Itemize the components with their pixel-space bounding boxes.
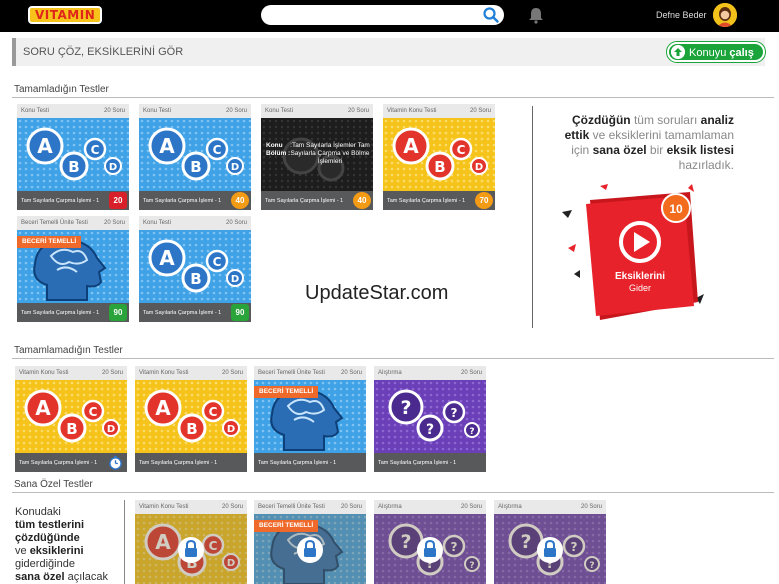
- section-divider: [12, 97, 774, 98]
- bell-icon[interactable]: [528, 6, 544, 24]
- timer-icon: [109, 455, 122, 470]
- score-badge: 70: [475, 192, 493, 209]
- vertical-divider: [532, 106, 533, 328]
- incomplete-test-card[interactable]: Beceri Temelli Ünite Testi 20 Soru BECERİ…: [254, 366, 366, 472]
- section-incomplete-title: Tamamlamadığın Testler: [14, 345, 123, 356]
- card-footer: Tam Sayılarla Çarpma İşlemi - 1: [254, 453, 366, 472]
- completed-test-card[interactable]: Konu Testi 20 Soru Tam Sayılarla Çarpma İ…: [17, 104, 129, 210]
- arrow-up-icon: [671, 45, 685, 59]
- card-header: Konu Testi 20 Soru: [261, 104, 373, 118]
- card-image: [374, 514, 486, 584]
- card-header: Beceri Temelli Ünite Testi 20 Soru: [254, 366, 366, 380]
- card-header: Beceri Temelli Ünite Testi 20 Soru: [17, 216, 129, 230]
- completed-test-card[interactable]: Konu Testi 20 Soru Tam Sayılarla Çarpma İ…: [139, 104, 251, 210]
- abc-illustration-icon: [15, 380, 127, 453]
- locked-test-card[interactable]: Alıştırma 20 Soru: [494, 500, 606, 584]
- vitamin-logo[interactable]: VITAMIN: [28, 6, 103, 24]
- completed-test-card[interactable]: Vitamin Konu Testi 20 Soru Tam Sayılarla …: [383, 104, 495, 210]
- svg-text:10: 10: [669, 202, 683, 216]
- question-illustration-icon: [374, 380, 486, 453]
- incomplete-test-card[interactable]: Vitamin Konu Testi 20 Soru Tam Sayılarla …: [135, 366, 247, 472]
- beceri-temelli-badge: BECERİ TEMELLİ: [17, 236, 82, 248]
- card-footer: Tam Sayılarla Çarpma İşlemi - 1: [135, 453, 247, 472]
- eksiklerini-gider-graphic-icon: Eksiklerini Gider 10: [562, 184, 704, 320]
- score-badge: 40: [231, 192, 249, 209]
- special-tests-info: Konudaki tüm testlerini çözdüğünde ve ek…: [15, 506, 108, 583]
- section-special-title: Sana Özel Testler: [14, 479, 93, 490]
- avatar-image-icon: [713, 3, 737, 27]
- card-header: Konu Testi 20 Soru: [139, 104, 251, 118]
- card-header: Vitamin Konu Testi 20 Soru: [135, 366, 247, 380]
- locked-test-card[interactable]: Vitamin Konu Testi 20 Soru: [135, 500, 247, 584]
- card-header: Konu Testi 20 Soru: [139, 216, 251, 230]
- beceri-temelli-badge: BECERİ TEMELLİ: [254, 386, 319, 398]
- locked-test-card[interactable]: Alıştırma 20 Soru: [374, 500, 486, 584]
- card-header: Alıştırma 20 Soru: [494, 500, 606, 514]
- section-completed-title: Tamamladığın Testler: [14, 84, 109, 95]
- card-header: Alıştırma 20 Soru: [374, 366, 486, 380]
- svg-text:Eksiklerini: Eksiklerini: [615, 271, 665, 282]
- watermark: UpdateStar.com: [305, 282, 449, 304]
- card-footer: Tam Sayılarla Çarpma İşlemi - 1 90: [139, 303, 251, 322]
- score-badge: 20: [109, 192, 127, 209]
- abc-illustration-icon: [17, 118, 129, 191]
- svg-text:Gider: Gider: [629, 283, 651, 293]
- card-header: Konu Testi 20 Soru: [17, 104, 129, 118]
- incomplete-test-card[interactable]: Vitamin Konu Testi 20 Soru Tam Sayılarla …: [15, 366, 127, 472]
- locked-test-card[interactable]: Beceri Temelli Ünite Testi 20 Soru BECERİ…: [254, 500, 366, 584]
- card-header: Vitamin Konu Testi 20 Soru: [15, 366, 127, 380]
- search-input[interactable]: [261, 5, 504, 25]
- username[interactable]: Defne Beder: [656, 10, 707, 20]
- abc-illustration-icon: [139, 118, 251, 191]
- avatar[interactable]: [713, 3, 737, 27]
- abc-illustration-icon: [139, 230, 251, 303]
- completed-test-card[interactable]: Konu Testi 20 Soru Konu Bölüm : :Tam Sayı…: [261, 104, 373, 210]
- beceri-temelli-badge: BECERİ TEMELLİ: [254, 520, 319, 532]
- card-footer: Tam Sayılarla Çarpma İşlemi - 1: [374, 453, 486, 472]
- score-badge: 90: [109, 304, 127, 321]
- completed-test-card[interactable]: Konu Testi 20 Soru Tam Sayılarla Çarpma İ…: [139, 216, 251, 322]
- card-header: Beceri Temelli Ünite Testi 20 Soru: [254, 500, 366, 514]
- lock-icon: [416, 536, 444, 564]
- search-icon[interactable]: [482, 6, 500, 24]
- page-title-bar: SORU ÇÖZ, EKSİKLERİNİ GÖR: [12, 38, 765, 66]
- abc-illustration-icon: [135, 380, 247, 453]
- card-header: Vitamin Konu Testi 20 Soru: [383, 104, 495, 118]
- card-image: [494, 514, 606, 584]
- konuyu-calis-label: Konuyu çalış: [689, 47, 754, 59]
- card-footer: Tam Sayılarla Çarpma İşlemi - 1 40: [261, 191, 373, 210]
- card-hover-topic: :Tam Sayılarla İşlemler Tam Sayılarla Ça…: [290, 142, 370, 165]
- card-footer: Tam Sayılarla Çarpma İşlemi - 1 70: [383, 191, 495, 210]
- card-image: [135, 514, 247, 584]
- section-divider: [12, 492, 774, 493]
- card-footer: Tam Sayılarla Çarpma İşlemi - 1 40: [139, 191, 251, 210]
- page-title: SORU ÇÖZ, EKSİKLERİNİ GÖR: [23, 46, 184, 58]
- incomplete-test-card[interactable]: Alıştırma 20 Soru Tam Sayılarla Çarpma İş…: [374, 366, 486, 472]
- score-badge: 40: [353, 192, 371, 209]
- lock-icon: [536, 536, 564, 564]
- section-divider: [12, 358, 774, 359]
- card-footer: Tam Sayılarla Çarpma İşlemi - 1 20: [17, 191, 129, 210]
- lock-icon: [296, 536, 324, 564]
- konuyu-calis-button[interactable]: Konuyu çalış: [667, 42, 765, 62]
- promo-text: Çözdüğün tüm soruları analiz ettik ve ek…: [564, 113, 734, 172]
- card-header: Vitamin Konu Testi 20 Soru: [135, 500, 247, 514]
- card-footer: Tam Sayılarla Çarpma İşlemi - 1 90: [17, 303, 129, 322]
- card-header: Alıştırma 20 Soru: [374, 500, 486, 514]
- vertical-divider: [124, 500, 125, 584]
- completed-test-card[interactable]: Beceri Temelli Ünite Testi 20 Soru BECERİ…: [17, 216, 129, 322]
- score-badge: 90: [231, 304, 249, 321]
- eksiklerini-gider-button[interactable]: Eksiklerini Gider 10: [560, 182, 710, 330]
- card-footer: Tam Sayılarla Çarpma İşlemi - 1: [15, 453, 127, 472]
- abc-illustration-icon: [383, 118, 495, 191]
- lock-icon: [177, 536, 205, 564]
